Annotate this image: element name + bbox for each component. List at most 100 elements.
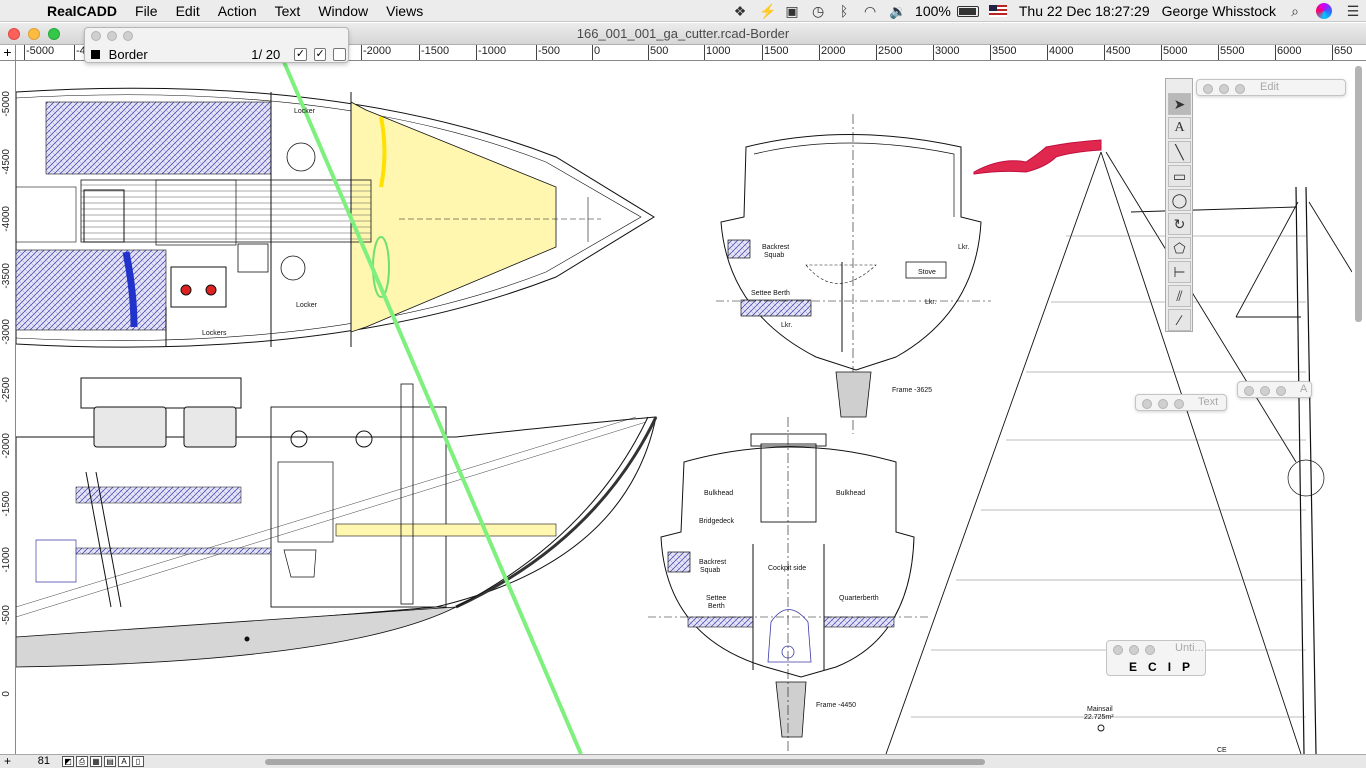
unti-palette-title: Unti... [1175,642,1204,654]
menu-app-name[interactable]: RealCADD [38,0,126,22]
menu-action[interactable]: Action [209,0,266,22]
layer-color-swatch[interactable] [91,50,100,59]
line-tool-icon[interactable]: ╲ [1168,141,1191,163]
h-ruler-tick: 0 [591,45,601,60]
layer-palette: Border 1/ 20 ✓ ✓ [84,27,349,63]
section-frame-4450 [648,417,928,752]
status-layer-icon[interactable]: ▤ [104,756,116,767]
v-ruler-tick: -4500 [1,149,12,175]
drawing-label: Settee Berth [751,290,790,297]
siri-icon[interactable] [1316,3,1332,19]
h-ruler-tick: 5500 [1217,45,1245,60]
ecip-key-i[interactable]: I [1168,660,1172,674]
v-ruler-tick: -5000 [1,91,12,117]
drawing-label: Frame -4450 [816,702,857,709]
drawing-label: Bulkhead [836,490,866,497]
v-ruler-tick: -2500 [1,377,12,403]
zoom-level[interactable]: 81 [20,755,60,767]
circle-tool-icon[interactable]: ◯ [1168,189,1191,211]
drawing-label: Mainsail [1087,706,1113,713]
drawing-label: Locker [296,302,318,309]
spotlight-search-icon[interactable]: ⌕ [1282,0,1308,22]
arc-tool-icon[interactable]: ↻ [1168,213,1191,235]
text-palette[interactable]: Text [1135,394,1227,411]
h-ruler-tick: 500 [647,45,669,60]
text-tool-icon[interactable]: A [1168,117,1191,139]
bluetooth-icon[interactable]: ᛒ [831,0,857,22]
palette-close-button[interactable] [91,31,101,41]
arrow-tool-icon[interactable]: ➤ [1168,93,1191,115]
rectangle-tool-icon[interactable]: ▭ [1168,165,1191,187]
drawing-label: Lockers [202,330,227,337]
menu-file[interactable]: File [126,0,167,22]
v-ruler-tick: -4000 [1,206,12,232]
wifi-icon[interactable]: ◠ [857,0,883,22]
drawing-label: Backrest [762,244,790,251]
ecip-key-c[interactable]: C [1148,660,1158,674]
ruler-origin-crosshair-icon[interactable]: + [0,45,16,61]
clock[interactable]: Thu 22 Dec 18:27:29 [1013,0,1156,22]
drawing-label: Bulkhead [704,490,734,497]
h-ruler-tick: -5000 [23,45,55,60]
layer-visible-checkbox[interactable]: ✓ [294,48,307,61]
menu-views[interactable]: Views [377,0,432,22]
menu-text[interactable]: Text [266,0,310,22]
vertical-ruler[interactable]: -5000 -4500 -4000 -3500 -3000 -2500 -200… [0,61,16,754]
signal-icon[interactable]: ⚡ [753,0,779,22]
ecip-key-p[interactable]: P [1182,660,1191,674]
drawing-label: Locker [294,108,316,115]
palette-minimize-button[interactable] [107,31,117,41]
menu-window[interactable]: Window [309,0,377,22]
layer-print-checkbox[interactable] [333,48,346,61]
drawing-label: Bridgedeck [699,518,735,525]
parallel-tool-icon[interactable]: ⫽ [1168,285,1191,307]
edit-palette[interactable]: Edit [1196,79,1346,96]
hatch-tool-icon[interactable]: ∕ [1168,309,1191,331]
polygon-tool-icon[interactable]: ⬠ [1168,237,1191,259]
status-doc-icon[interactable]: ▯ [132,756,144,767]
a-palette[interactable]: A [1237,381,1312,398]
h-ruler-tick: 2000 [818,45,846,60]
status-print-icon[interactable]: ⎙ [76,756,88,767]
h-ruler-tick: 1500 [761,45,789,60]
drawing-label: Frame -3625 [892,387,933,394]
horizontal-scrollbar[interactable] [265,759,985,765]
status-bar: + 81 ◩ ⎙ ▦ ▤ A ▯ [0,754,1366,768]
time-machine-icon[interactable]: ◷ [805,0,831,22]
drawing-label: CE [1217,747,1227,754]
layer-name[interactable]: Border [109,47,215,62]
v-ruler-tick: -1000 [1,547,12,573]
unti-palette: Unti... E C I P [1106,640,1206,676]
status-text-icon[interactable]: A [118,756,130,767]
edit-palette-title: Edit [1260,81,1279,93]
h-ruler-tick: 1000 [703,45,731,60]
h-ruler-tick: 3000 [932,45,960,60]
v-ruler-tick: -3000 [1,319,12,345]
vertical-scrollbar[interactable] [1355,66,1362,322]
crosshair-icon[interactable]: + [4,754,11,768]
notification-center-icon[interactable]: ☰ [1340,0,1366,22]
palette-zoom-button[interactable] [123,31,133,41]
dimension-tool-icon[interactable]: ⊢ [1168,261,1191,283]
dropbox-icon[interactable]: ❖ [727,0,753,22]
volume-icon[interactable]: 🔉 [883,0,909,22]
drawing-label: Lkr. [781,322,793,329]
battery-percent[interactable]: 100% [909,0,957,22]
text-palette-title: Text [1198,396,1219,408]
h-ruler-tick: -1500 [418,45,450,60]
plan-view [16,87,655,348]
menu-edit[interactable]: Edit [167,0,209,22]
status-tool-icon[interactable]: ◩ [62,756,74,767]
layer-editable-checkbox[interactable]: ✓ [313,48,327,61]
h-ruler-tick: 4500 [1103,45,1131,60]
drawing-label: Lkr. [958,244,970,251]
v-ruler-tick: -2000 [1,433,12,459]
ecip-key-e[interactable]: E [1129,660,1138,674]
status-grid-icon[interactable]: ▦ [90,756,102,767]
battery-icon[interactable] [956,5,979,17]
drawing-label: Squab [700,567,721,574]
h-ruler-tick: -1000 [475,45,507,60]
screen-icon[interactable]: ▣ [779,0,805,22]
user-name[interactable]: George Whisstock [1156,0,1282,22]
input-source-flag-icon[interactable] [988,5,1007,17]
